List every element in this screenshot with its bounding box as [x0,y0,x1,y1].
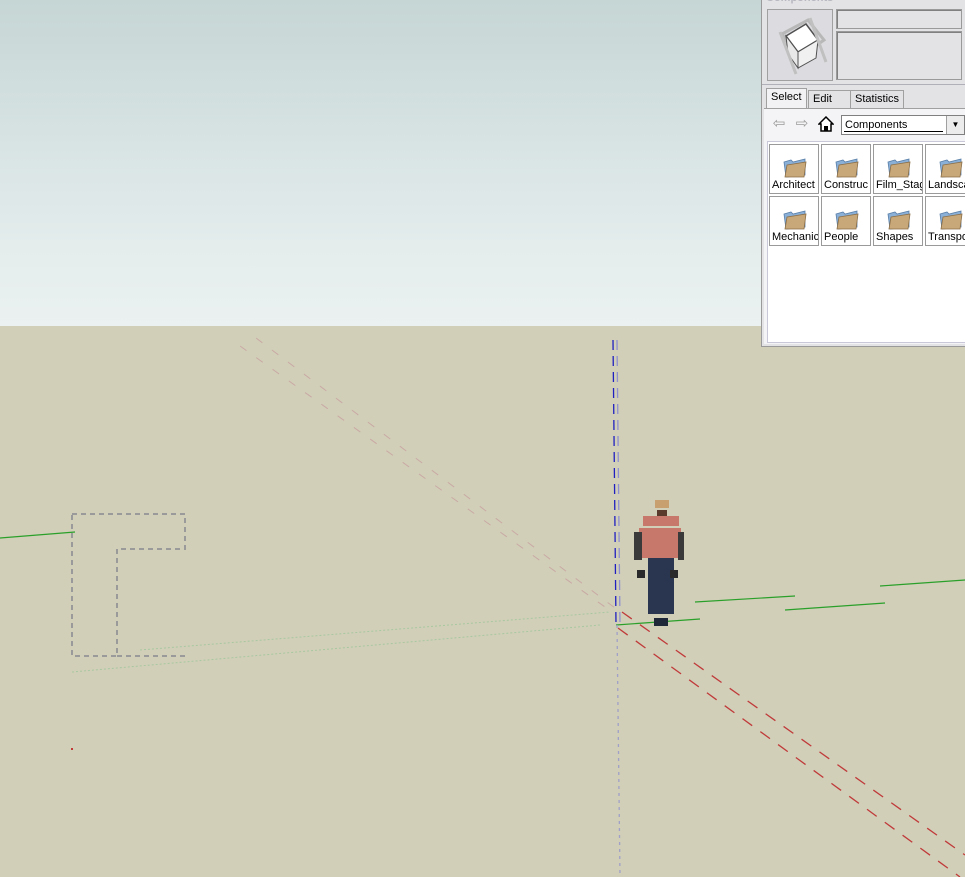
component-folder-tile[interactable]: Shapes [873,196,923,246]
folder-icon [887,210,911,230]
person-shoulders [643,516,679,526]
person-pants [648,558,674,614]
components-panel: Components Select Edit Statistics ⇦ ⇨ Co… [761,0,965,347]
component-folder-tile[interactable]: Film_Stag [873,144,923,194]
component-folder-tile[interactable]: Mechanic [769,196,819,246]
component-description-field[interactable] [836,31,962,80]
component-folder-tile[interactable]: Architect [769,144,819,194]
component-folder-label: Transpo [928,231,965,243]
person-hand-right [670,570,678,578]
person-arm-left [634,532,642,560]
blue-axis-line [612,339,617,626]
component-folder-tile[interactable]: Construc [821,144,871,194]
component-folder-tile[interactable]: People [821,196,871,246]
green-axis-line [0,531,76,539]
folder-icon [939,158,963,178]
folder-icon [783,210,807,230]
green-axis-line [784,602,886,611]
component-folder-label: People [824,231,859,243]
components-grid: Architect Construc Film_Stag Landsca Mechani… [767,141,965,343]
panel-title: Components [766,0,833,4]
red-marker [71,748,73,750]
forward-button[interactable]: ⇨ [793,115,811,133]
tab-select[interactable]: Select [766,88,807,109]
blue-axis [612,339,621,877]
person-feet [654,618,668,626]
arrow-right-icon: ⇨ [795,115,809,132]
green-axis-line [694,595,796,603]
component-cube-icon [778,17,828,75]
blue-guide-line [616,624,621,877]
green-axis [0,531,965,673]
component-folder-tile[interactable]: Transpo [925,196,965,246]
green-guide-line [71,624,601,673]
tab-statistics[interactable]: Statistics [850,90,905,108]
green-guide-line [139,611,611,651]
collection-dropdown[interactable]: Components ▼ [841,115,965,135]
component-folder-tile[interactable]: Landsca [925,144,965,194]
folder-icon [887,158,911,178]
person-hand-left [637,570,645,578]
person-arm-right [678,532,684,560]
red-axis-line [617,627,961,877]
component-folder-label: Architect [772,179,815,191]
dropdown-underline [844,131,943,132]
component-folder-label: Mechanic [772,231,819,243]
red-axis-line [621,611,965,856]
red-guide-line [239,345,613,613]
arrow-left-icon: ⇦ [772,115,786,132]
person-hair [657,510,667,516]
person-torso [639,528,681,558]
person-head [655,500,669,508]
green-axis-line [879,579,965,587]
panel-divider [762,84,965,85]
home-icon [817,115,835,132]
back-button[interactable]: ⇦ [770,115,788,133]
chevron-down-icon[interactable]: ▼ [946,116,964,134]
component-folder-label: Construc [824,179,869,191]
red-axis-far-guides [239,337,616,613]
red-guide-line [255,337,616,609]
component-folder-label: Shapes [876,231,914,243]
folder-icon [835,158,859,178]
component-folder-label: Landsca [928,179,965,191]
folder-icon [835,210,859,230]
person-figure[interactable] [634,500,684,626]
home-button[interactable] [817,115,835,133]
red-axis-near [617,611,965,877]
component-preview [767,9,833,81]
l-shape-outline[interactable] [71,513,186,657]
blue-axis-line [616,339,621,626]
folder-icon [939,210,963,230]
tab-edit[interactable]: Edit [808,90,852,108]
folder-icon [783,158,807,178]
component-folder-label: Film_Stag [876,179,923,191]
component-name-field[interactable] [836,9,962,29]
